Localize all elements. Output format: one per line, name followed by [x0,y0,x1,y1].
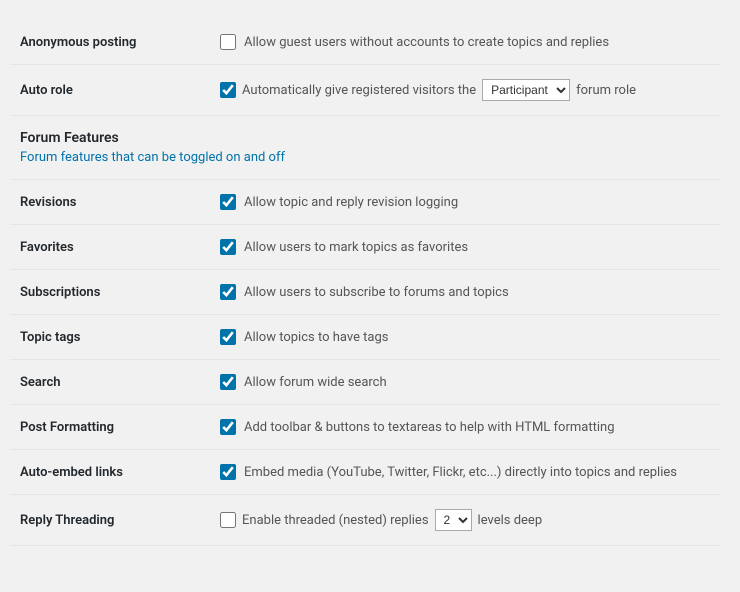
reply-threading-control: Enable threaded (nested) replies 1 2 3 4… [220,509,710,531]
favorites-checkbox[interactable] [220,239,236,255]
reply-threading-select[interactable]: 1 2 3 4 5 [435,509,472,531]
auto-embed-links-control: Embed media (YouTube, Twitter, Flickr, e… [220,464,710,480]
auto-embed-links-label: Auto-embed links [20,465,123,480]
forum-features-heading: Forum Features [20,130,710,146]
search-checkbox[interactable] [220,374,236,390]
subscriptions-control: Allow users to subscribe to forums and t… [220,284,710,300]
post-formatting-checkbox[interactable] [220,419,236,435]
anonymous-posting-control: Allow guest users without accounts to cr… [220,34,710,50]
forum-features-subheading: Forum features that can be toggled on an… [20,150,710,165]
search-description: Allow forum wide search [244,375,387,390]
reply-threading-row: Reply Threading Enable threaded (nested)… [10,495,720,546]
reply-threading-description-after: levels deep [478,513,543,528]
subscriptions-row: Subscriptions Allow users to subscribe t… [10,270,720,315]
subscriptions-label: Subscriptions [20,285,100,300]
topic-tags-label: Topic tags [20,330,81,345]
search-label: Search [20,375,61,390]
revisions-control: Allow topic and reply revision logging [220,194,710,210]
auto-embed-links-checkbox[interactable] [220,464,236,480]
favorites-label: Favorites [20,240,74,255]
anonymous-posting-description: Allow guest users without accounts to cr… [244,35,609,50]
anonymous-posting-checkbox[interactable] [220,34,236,50]
favorites-control: Allow users to mark topics as favorites [220,239,710,255]
revisions-checkbox[interactable] [220,194,236,210]
topic-tags-row: Topic tags Allow topics to have tags [10,315,720,360]
auto-role-description-before: Automatically give registered visitors t… [242,83,476,98]
revisions-row: Revisions Allow topic and reply revision… [10,180,720,225]
post-formatting-row: Post Formatting Add toolbar & buttons to… [10,405,720,450]
auto-embed-links-description: Embed media (YouTube, Twitter, Flickr, e… [244,465,677,480]
auto-role-control: Automatically give registered visitors t… [220,79,710,101]
subscriptions-checkbox[interactable] [220,284,236,300]
auto-embed-links-row: Auto-embed links Embed media (YouTube, T… [10,450,720,495]
reply-threading-checkbox[interactable] [220,512,236,528]
revisions-label: Revisions [20,195,76,210]
post-formatting-control: Add toolbar & buttons to textareas to he… [220,419,710,435]
topic-tags-description: Allow topics to have tags [244,330,389,345]
auto-role-row: Auto role Automatically give registered … [10,65,720,116]
forum-features-header-row: Forum Features Forum features that can b… [10,116,720,180]
auto-role-checkbox[interactable] [220,82,236,98]
favorites-description: Allow users to mark topics as favorites [244,240,468,255]
subscriptions-description: Allow users to subscribe to forums and t… [244,285,509,300]
favorites-row: Favorites Allow users to mark topics as … [10,225,720,270]
anonymous-posting-row: Anonymous posting Allow guest users with… [10,20,720,65]
anonymous-posting-label: Anonymous posting [20,35,136,50]
auto-role-select[interactable]: Participant Moderator Keymaster [482,79,570,101]
reply-threading-label: Reply Threading [20,513,114,528]
topic-tags-control: Allow topics to have tags [220,329,710,345]
post-formatting-label: Post Formatting [20,420,114,435]
auto-role-label: Auto role [20,83,73,98]
search-control: Allow forum wide search [220,374,710,390]
post-formatting-description: Add toolbar & buttons to textareas to he… [244,420,615,435]
revisions-description: Allow topic and reply revision logging [244,195,458,210]
reply-threading-description-before: Enable threaded (nested) replies [242,513,429,528]
search-row: Search Allow forum wide search [10,360,720,405]
topic-tags-checkbox[interactable] [220,329,236,345]
auto-role-description-after: forum role [576,83,636,98]
